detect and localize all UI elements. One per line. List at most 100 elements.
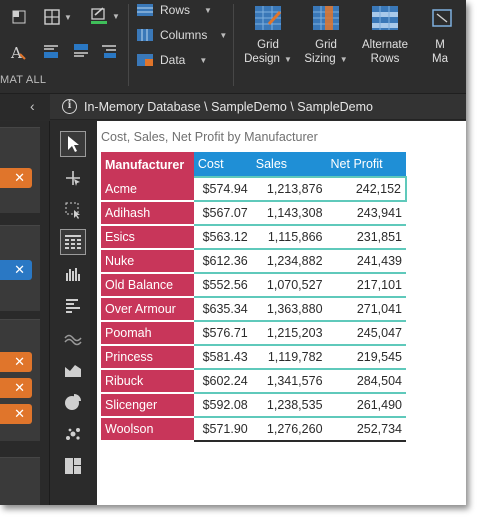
cell-manufacturer[interactable]: Princess	[101, 345, 194, 370]
column-header-cost[interactable]: Cost	[193, 152, 252, 177]
cell-cost[interactable]: $552.56	[193, 273, 252, 298]
cell-manufacturer[interactable]: Acme	[101, 177, 194, 202]
cell-net-profit[interactable]: 231,851	[326, 225, 406, 250]
table-row[interactable]: Woolson $571.90 1,276,260 252,734	[101, 417, 406, 442]
cell-cost[interactable]: $612.36	[193, 249, 252, 274]
remove-chip-button[interactable]: ✕	[0, 260, 32, 280]
cell-sales[interactable]: 1,115,866	[251, 225, 327, 250]
table-row[interactable]: Esics $563.12 1,115,866 231,851	[101, 225, 406, 250]
cell-net-profit[interactable]: 217,101	[326, 273, 406, 298]
pie-chart-icon[interactable]	[60, 389, 86, 415]
table-row[interactable]: Nuke $612.36 1,234,882 241,439	[101, 249, 406, 274]
grid-design-button[interactable]: Grid Design ▼	[238, 4, 298, 67]
cell-sales[interactable]: 1,363,880	[251, 297, 327, 322]
fill-dropdown-icon[interactable]: ▼	[112, 12, 120, 21]
line-chart-icon[interactable]	[60, 325, 86, 351]
bar-chart-icon[interactable]	[60, 293, 86, 319]
grid-sizing-label-1: Grid	[315, 39, 337, 51]
cell-cost[interactable]: $574.94	[193, 176, 252, 202]
remove-chip-button[interactable]: ✕	[0, 352, 32, 372]
table-row[interactable]: Slicenger $592.08 1,238,535 261,490	[101, 393, 406, 418]
borders-icon[interactable]: ▼	[44, 9, 72, 25]
table-row[interactable]: Acme $574.94 1,213,876 242,152	[101, 176, 408, 202]
area-chart-icon[interactable]	[60, 357, 86, 383]
cell-cost[interactable]: $571.90	[193, 417, 252, 442]
add-pointer-icon[interactable]	[60, 165, 86, 191]
cell-sales[interactable]: 1,213,876	[251, 176, 327, 202]
align-bottom-icon[interactable]	[72, 42, 90, 60]
cell-manufacturer[interactable]: Old Balance	[101, 273, 194, 298]
cell-cost[interactable]: $576.71	[193, 321, 252, 346]
marquee-select-icon[interactable]	[60, 197, 86, 223]
cell-net-profit[interactable]: 284,504	[326, 369, 406, 394]
fill-color-icon[interactable]: ▼	[90, 7, 120, 25]
table-row[interactable]: Adihash $567.07 1,143,308 243,941	[101, 201, 406, 226]
table-row[interactable]: Old Balance $552.56 1,070,527 217,101	[101, 273, 406, 298]
column-header-sales[interactable]: Sales	[251, 152, 327, 177]
data-dropdown-icon[interactable]: ▼	[199, 56, 207, 65]
remove-chip-button[interactable]: ✕	[0, 404, 32, 424]
cell-net-profit[interactable]: 261,490	[326, 393, 406, 418]
cell-net-profit[interactable]: 219,545	[326, 345, 406, 370]
cell-net-profit[interactable]: 245,047	[326, 321, 406, 346]
select-pointer-icon[interactable]	[60, 131, 86, 157]
cell-sales[interactable]: 1,215,203	[251, 321, 327, 346]
cell-manufacturer[interactable]: Adihash	[101, 201, 194, 226]
column-header-net-profit[interactable]: Net Profit	[326, 152, 406, 177]
text-color-icon[interactable]	[12, 10, 26, 24]
cell-sales[interactable]: 1,119,782	[251, 345, 327, 370]
collapse-panel-icon[interactable]: ‹	[30, 98, 35, 114]
cell-cost[interactable]: $567.07	[193, 201, 252, 226]
cell-cost[interactable]: $602.24	[193, 369, 252, 394]
cell-manufacturer[interactable]: Ribuck	[101, 369, 194, 394]
cell-sales[interactable]: 1,276,260	[251, 417, 327, 442]
cell-sales[interactable]: 1,341,576	[251, 369, 327, 394]
cell-net-profit[interactable]: 271,041	[326, 297, 406, 322]
data-button[interactable]: Data ▼	[136, 53, 207, 67]
columns-dropdown-icon[interactable]: ▼	[219, 31, 227, 40]
rows-dropdown-icon[interactable]: ▼	[204, 6, 212, 15]
columns-button[interactable]: Columns ▼	[136, 28, 227, 42]
cell-manufacturer[interactable]: Over Armour	[101, 297, 194, 322]
grid-visual-icon[interactable]	[60, 229, 86, 255]
cell-cost[interactable]: $635.34	[193, 297, 252, 322]
cell-net-profit[interactable]: 241,439	[326, 249, 406, 274]
more-button[interactable]: M Ma	[420, 4, 460, 66]
borders-dropdown-icon[interactable]: ▼	[64, 13, 72, 22]
remove-chip-button[interactable]: ✕	[0, 378, 32, 398]
column-chart-icon[interactable]	[60, 261, 86, 287]
cell-cost[interactable]: $563.12	[193, 225, 252, 250]
remove-chip-button[interactable]: ✕	[0, 168, 32, 188]
grid-sizing-dropdown-icon[interactable]: ▼	[340, 55, 348, 64]
cell-sales[interactable]: 1,070,527	[251, 273, 327, 298]
data-grid[interactable]: Manufacturer Cost Sales Net Profit Acme $…	[101, 152, 408, 442]
column-header-manufacturer[interactable]: Manufacturer	[101, 152, 194, 177]
clear-format-icon[interactable]: A	[10, 44, 26, 62]
info-icon[interactable]: i	[62, 99, 77, 114]
cell-manufacturer[interactable]: Slicenger	[101, 393, 194, 418]
table-row[interactable]: Princess $581.43 1,119,782 219,545	[101, 345, 406, 370]
alternate-rows-button[interactable]: Alternate Rows	[355, 4, 415, 66]
treemap-icon[interactable]	[60, 453, 86, 479]
cell-manufacturer[interactable]: Esics	[101, 225, 194, 250]
cell-manufacturer[interactable]: Nuke	[101, 249, 194, 274]
cell-net-profit[interactable]: 252,734	[326, 417, 406, 442]
cell-cost[interactable]: $581.43	[193, 345, 252, 370]
table-row[interactable]: Poomah $576.71 1,215,203 245,047	[101, 321, 406, 346]
scatter-chart-icon[interactable]	[60, 421, 86, 447]
table-row[interactable]: Ribuck $602.24 1,341,576 284,504	[101, 369, 406, 394]
cell-net-profit[interactable]: 243,941	[326, 201, 406, 226]
grid-design-dropdown-icon[interactable]: ▼	[284, 55, 292, 64]
table-row[interactable]: Over Armour $635.34 1,363,880 271,041	[101, 297, 406, 322]
cell-net-profit[interactable]: 242,152	[326, 176, 408, 202]
rows-button[interactable]: Rows ▼	[136, 3, 212, 17]
cell-manufacturer[interactable]: Woolson	[101, 417, 194, 442]
cell-cost[interactable]: $592.08	[193, 393, 252, 418]
grid-sizing-button[interactable]: Grid Sizing ▼	[296, 4, 356, 67]
align-right-icon[interactable]	[100, 42, 118, 60]
cell-sales[interactable]: 1,143,308	[251, 201, 327, 226]
cell-sales[interactable]: 1,234,882	[251, 249, 327, 274]
align-top-icon[interactable]	[42, 42, 60, 60]
cell-sales[interactable]: 1,238,535	[251, 393, 327, 418]
cell-manufacturer[interactable]: Poomah	[101, 321, 194, 346]
